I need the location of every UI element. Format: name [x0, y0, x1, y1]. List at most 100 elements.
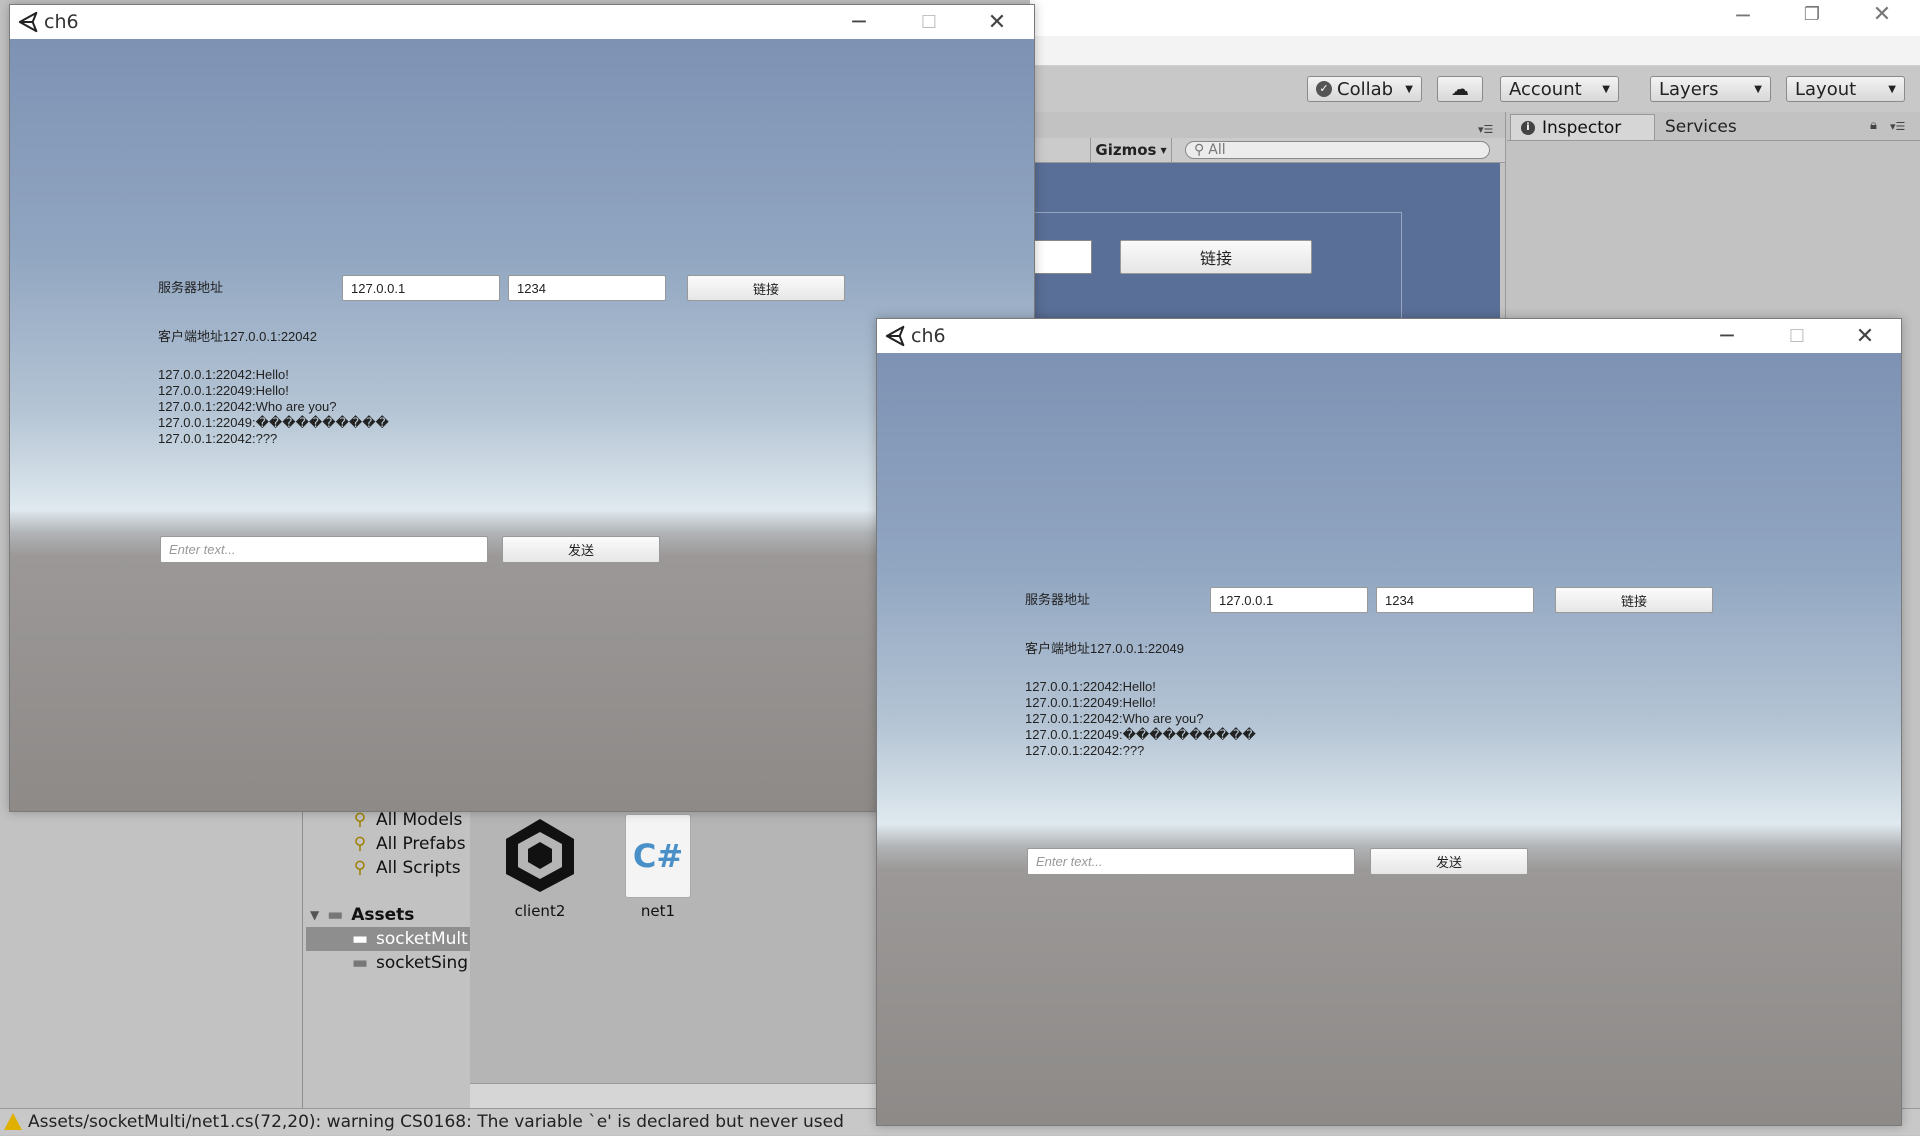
gizmos-dropdown[interactable]: Gizmos ▼ — [1090, 138, 1172, 162]
message-log: 127.0.0.1:22042:Hello! 127.0.0.1:22049:H… — [158, 367, 389, 447]
maximize-button[interactable]: ☐ — [1762, 319, 1832, 353]
services-tab-label: Services — [1665, 117, 1737, 137]
expand-triangle-icon: ▼ — [310, 908, 320, 922]
cloud-icon: ☁ — [1451, 78, 1469, 100]
layout-label: Layout — [1795, 78, 1857, 100]
message-input-placeholder: Enter text... — [1036, 854, 1103, 869]
layers-dropdown[interactable]: Layers ▼ — [1650, 76, 1771, 102]
scene-input-field[interactable] — [1030, 240, 1092, 274]
unity-logo-icon[interactable] — [500, 814, 580, 894]
favorite-all-scripts[interactable]: ⚲ All Scripts — [350, 856, 461, 880]
collab-label: Collab — [1337, 78, 1394, 100]
favorite-label: All Scripts — [376, 858, 461, 878]
folder-socketmult[interactable]: ▬ socketMult — [306, 927, 470, 951]
editor-minimize-button[interactable]: ─ — [1723, 4, 1763, 29]
favorite-all-prefabs[interactable]: ⚲ All Prefabs — [350, 832, 466, 856]
log-line: 127.0.0.1:22049:���������� — [158, 415, 389, 430]
ip-input[interactable]: 127.0.0.1 — [342, 275, 500, 301]
window-title: ch6 — [44, 11, 79, 33]
log-line: 127.0.0.1:22042:Hello! — [158, 367, 289, 382]
checkmark-icon: ✓ — [1316, 81, 1332, 97]
search-icon: ⚲ — [353, 858, 367, 878]
search-icon: ⚲ — [353, 834, 367, 854]
folder-socketsing[interactable]: ▬ socketSing — [350, 951, 468, 975]
log-line: 127.0.0.1:22042:Who are you? — [158, 399, 337, 414]
client-address-label: 客户端地址127.0.0.1:22042 — [158, 329, 317, 344]
server-address-label: 服务器地址 — [1025, 592, 1091, 607]
game-view: 服务器地址 127.0.0.1 1234 链接 客户端地址127.0.0.1:2… — [877, 353, 1901, 1125]
maximize-button[interactable]: ☐ — [894, 5, 964, 39]
project-assets-grid: client2 C# net1 — [470, 808, 880, 1108]
inspector-tab-label: Inspector — [1542, 117, 1622, 138]
folder-label: socketSing — [376, 953, 469, 973]
connect-button-label: 链接 — [752, 281, 779, 297]
dropdown-caret-icon: ▼ — [1160, 145, 1167, 155]
dropdown-caret-icon: ▼ — [1754, 83, 1762, 95]
ip-input[interactable]: 127.0.0.1 — [1210, 587, 1368, 613]
log-line: 127.0.0.1:22049:���������� — [1025, 727, 1256, 742]
account-label: Account — [1509, 78, 1582, 100]
server-address-label: 服务器地址 — [158, 280, 224, 295]
minimize-button[interactable]: ─ — [1692, 319, 1762, 353]
editor-menubar — [1030, 36, 1920, 66]
connect-button[interactable]: 链接 — [1555, 587, 1713, 613]
panel-menu-icon[interactable]: ▾☰ — [1478, 123, 1493, 136]
scene-connect-button[interactable]: 链接 — [1120, 240, 1312, 274]
connect-button[interactable]: 链接 — [687, 275, 845, 301]
asset-label: net1 — [640, 902, 676, 920]
window-title: ch6 — [911, 325, 946, 347]
unity-logo-icon — [18, 11, 38, 33]
port-input[interactable]: 1234 — [1376, 587, 1534, 613]
dropdown-caret-icon: ▼ — [1405, 83, 1413, 95]
log-line: 127.0.0.1:22042:Who are you? — [1025, 711, 1204, 726]
editor-close-button[interactable]: ✕ — [1862, 2, 1902, 27]
connect-button-label: 链接 — [1620, 593, 1647, 609]
close-button[interactable]: ✕ — [962, 5, 1032, 39]
favorite-label: All Models — [376, 810, 463, 830]
send-button-label: 发送 — [1435, 855, 1462, 870]
folder-icon: ▬ — [327, 905, 344, 925]
asset-label: client2 — [514, 902, 566, 920]
search-icon: ⚲ — [1194, 142, 1205, 158]
editor-restore-button[interactable]: ❐ — [1792, 4, 1832, 25]
project-scrollbar[interactable] — [470, 1083, 880, 1109]
log-line: 127.0.0.1:22049:Hello! — [158, 383, 289, 398]
log-line: 127.0.0.1:22042:??? — [158, 431, 278, 446]
editor-titlebar — [1030, 0, 1920, 36]
project-left-pane — [0, 808, 303, 1108]
info-icon: i — [1521, 120, 1535, 135]
panel-menu-icon[interactable]: ▾☰ — [1890, 120, 1905, 133]
collab-button[interactable]: ✓ Collab ▼ — [1307, 76, 1422, 102]
lock-icon[interactable]: 🔒︎ — [1870, 118, 1877, 133]
unity-logo-icon — [885, 325, 905, 347]
client-address-label: 客户端地址127.0.0.1:22049 — [1025, 641, 1184, 656]
game-window-2: ch6 ─ ☐ ✕ 服务器地址 127.0.0.1 1234 链接 客户端地址1… — [876, 318, 1902, 1126]
log-line: 127.0.0.1:22042:Hello! — [1025, 679, 1156, 694]
csharp-file-icon[interactable]: C# — [625, 814, 691, 898]
scene-connect-label: 链接 — [1199, 249, 1232, 268]
close-button[interactable]: ✕ — [1830, 319, 1900, 353]
folder-label: socketMult — [376, 929, 468, 949]
warning-icon — [4, 1113, 22, 1130]
gizmos-label: Gizmos — [1095, 141, 1157, 159]
scene-search-input[interactable]: ⚲ All — [1185, 141, 1490, 159]
project-folder-tree: ⚲ All Models ⚲ All Prefabs ⚲ All Scripts… — [305, 808, 471, 1108]
send-button[interactable]: 发送 — [1370, 848, 1528, 875]
log-line: 127.0.0.1:22042:??? — [1025, 743, 1145, 758]
account-button[interactable]: Account ▼ — [1500, 76, 1619, 102]
tab-services[interactable]: Services — [1665, 114, 1775, 140]
port-input[interactable]: 1234 — [508, 275, 666, 301]
assets-root[interactable]: ▼ ▬ Assets — [310, 903, 414, 927]
minimize-button[interactable]: ─ — [824, 5, 894, 39]
log-line: 127.0.0.1:22049:Hello! — [1025, 695, 1156, 710]
message-input[interactable]: Enter text... — [1027, 848, 1355, 875]
message-input[interactable]: Enter text... — [160, 536, 488, 563]
layout-dropdown[interactable]: Layout ▼ — [1786, 76, 1905, 102]
message-log: 127.0.0.1:22042:Hello! 127.0.0.1:22049:H… — [1025, 679, 1256, 759]
tab-inspector[interactable]: i Inspector — [1510, 114, 1655, 140]
message-input-placeholder: Enter text... — [169, 542, 236, 557]
cloud-button[interactable]: ☁ — [1437, 76, 1483, 102]
scene-search-placeholder: All — [1208, 142, 1226, 158]
layers-label: Layers — [1659, 78, 1719, 100]
send-button[interactable]: 发送 — [502, 536, 660, 563]
